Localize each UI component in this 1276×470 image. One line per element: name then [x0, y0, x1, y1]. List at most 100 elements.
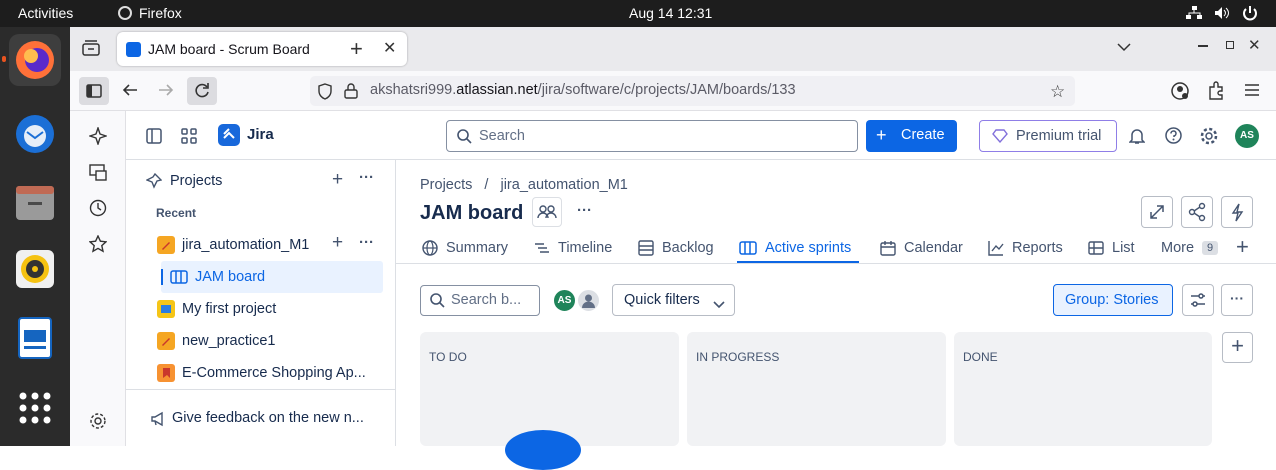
tab-label: Calendar — [904, 240, 963, 256]
global-search-input[interactable]: Search — [446, 120, 858, 152]
history-icon[interactable] — [89, 199, 107, 222]
url-subdomain: akshatsri999. — [370, 82, 457, 98]
new-tab-icon[interactable]: + — [350, 36, 363, 62]
show-apps-icon[interactable] — [9, 382, 61, 434]
add-icon[interactable]: + — [332, 232, 343, 254]
column-header: DONE — [963, 350, 998, 364]
close-window-icon[interactable]: ✕ — [1248, 36, 1261, 54]
column-in-progress[interactable]: IN PROGRESS — [687, 332, 946, 446]
notifications-icon[interactable] — [1128, 127, 1146, 150]
reload-icon[interactable] — [187, 77, 217, 105]
add-column-icon[interactable]: + — [1222, 332, 1253, 363]
sidebar-toggle-icon[interactable] — [79, 77, 109, 105]
tab-timeline[interactable]: Timeline — [534, 240, 612, 256]
tab-backlog[interactable]: Backlog — [638, 240, 714, 256]
automation-icon[interactable] — [1221, 196, 1253, 228]
browser-sidebar — [70, 111, 126, 446]
help-icon[interactable] — [1165, 127, 1182, 149]
sidebar-item-ecommerce[interactable]: E-Commerce Shopping Ap... — [146, 362, 396, 386]
item-more-icon[interactable]: ··· — [359, 234, 374, 251]
board-more-icon[interactable]: ··· — [577, 202, 592, 219]
activities-button[interactable]: Activities — [18, 5, 73, 21]
writer-dock-icon[interactable] — [9, 312, 61, 364]
sidebar-item-my-first-project[interactable]: My first project — [146, 298, 396, 322]
breadcrumb-separator: / — [484, 177, 489, 193]
diamond-icon — [992, 129, 1008, 147]
assignee-avatar[interactable]: AS — [552, 288, 577, 313]
fullscreen-icon[interactable] — [1141, 196, 1173, 228]
settings-icon[interactable] — [1200, 127, 1218, 150]
timeline-icon — [535, 243, 549, 253]
active-indicator — [2, 56, 6, 62]
globe-icon — [422, 240, 438, 256]
sidebar-item-jam-board[interactable]: JAM board — [161, 261, 383, 293]
premium-trial-button[interactable]: Premium trial — [979, 120, 1117, 152]
board-main: Projects / jira_automation_M1 JAM board … — [396, 160, 1276, 470]
add-project-icon[interactable]: + — [332, 169, 343, 191]
column-done[interactable]: DONE — [954, 332, 1212, 446]
tab-more[interactable]: More 9 — [1161, 240, 1219, 256]
minimize-icon[interactable] — [1198, 45, 1208, 47]
board-search-input[interactable]: Search b... — [420, 285, 540, 316]
clock[interactable]: Aug 14 12:31 — [629, 5, 712, 21]
power-icon[interactable] — [1242, 5, 1258, 24]
user-avatar[interactable]: AS — [1235, 124, 1259, 148]
volume-icon[interactable] — [1214, 6, 1230, 23]
url-bar[interactable]: akshatsri999.atlassian.net/jira/software… — [310, 76, 1075, 106]
tab-summary[interactable]: Summary — [422, 240, 508, 256]
bookmarks-icon[interactable] — [88, 234, 108, 258]
projects-more-icon[interactable]: ··· — [359, 169, 374, 186]
give-feedback-button[interactable]: Give feedback on the new n... — [146, 408, 386, 430]
close-tab-icon[interactable]: ✕ — [383, 38, 396, 58]
tab-list[interactable]: List — [1088, 240, 1135, 256]
network-icon[interactable] — [1186, 6, 1202, 23]
projects-icon — [145, 172, 163, 193]
search-placeholder: Search — [479, 128, 525, 144]
synced-tabs-icon[interactable] — [89, 163, 107, 186]
account-icon[interactable] — [1170, 81, 1190, 106]
app-menu[interactable]: Firefox — [139, 5, 182, 21]
megaphone-icon — [150, 411, 166, 431]
shield-icon[interactable] — [317, 83, 333, 104]
files-dock-icon[interactable] — [9, 176, 61, 228]
ai-chatbot-icon[interactable] — [87, 125, 109, 150]
menu-icon[interactable] — [1245, 83, 1259, 102]
create-button[interactable]: + Create — [866, 120, 957, 152]
sidebar-item-new-practice[interactable]: new_practice1 — [146, 330, 396, 354]
app-switcher-icon[interactable] — [181, 128, 197, 149]
lock-icon[interactable] — [344, 83, 358, 103]
firefox-icon — [118, 6, 132, 20]
people-button[interactable] — [532, 197, 562, 227]
group-by-button[interactable]: Group: Stories — [1053, 284, 1173, 316]
projects-heading[interactable]: Projects — [170, 173, 222, 189]
collapse-sidebar-icon[interactable] — [146, 128, 162, 149]
quick-filters-button[interactable]: Quick filters — [612, 284, 735, 316]
share-icon[interactable] — [1181, 196, 1213, 228]
view-settings-icon[interactable] — [1182, 284, 1214, 316]
tab-calendar[interactable]: Calendar — [880, 240, 963, 256]
customize-sidebar-icon[interactable] — [89, 412, 107, 435]
add-tab-icon[interactable]: + — [1236, 234, 1249, 260]
back-icon[interactable] — [122, 82, 138, 103]
browser-tab-active[interactable]: JAM board - Scrum Board ✕ — [117, 32, 407, 66]
breadcrumb-project[interactable]: jira_automation_M1 — [500, 177, 627, 193]
sidebar-item-jira-automation[interactable]: jira_automation_M1 + ··· — [146, 232, 396, 258]
tab-reports[interactable]: Reports — [988, 240, 1063, 256]
list-tabs-icon[interactable] — [1117, 39, 1131, 57]
jira-logo-icon[interactable] — [218, 124, 240, 146]
firefox-dock-icon[interactable] — [9, 34, 61, 86]
thunderbird-dock-icon[interactable] — [9, 108, 61, 160]
forward-icon[interactable] — [158, 82, 174, 103]
recent-heading: Recent — [156, 206, 197, 220]
bookmark-star-icon[interactable]: ☆ — [1050, 82, 1065, 102]
column-todo[interactable]: TO DO — [420, 332, 679, 470]
unassigned-avatar-icon[interactable] — [576, 288, 601, 313]
jira-product-name[interactable]: Jira — [247, 126, 274, 143]
extensions-icon[interactable] — [1207, 81, 1225, 106]
board-actions-more-icon[interactable]: ··· — [1221, 284, 1253, 316]
maximize-icon[interactable] — [1226, 41, 1234, 49]
tab-overview-icon[interactable] — [82, 40, 100, 56]
rhythmbox-dock-icon[interactable] — [9, 243, 61, 295]
tab-active-sprints[interactable]: Active sprints — [739, 240, 851, 256]
breadcrumb-projects[interactable]: Projects — [420, 177, 472, 193]
